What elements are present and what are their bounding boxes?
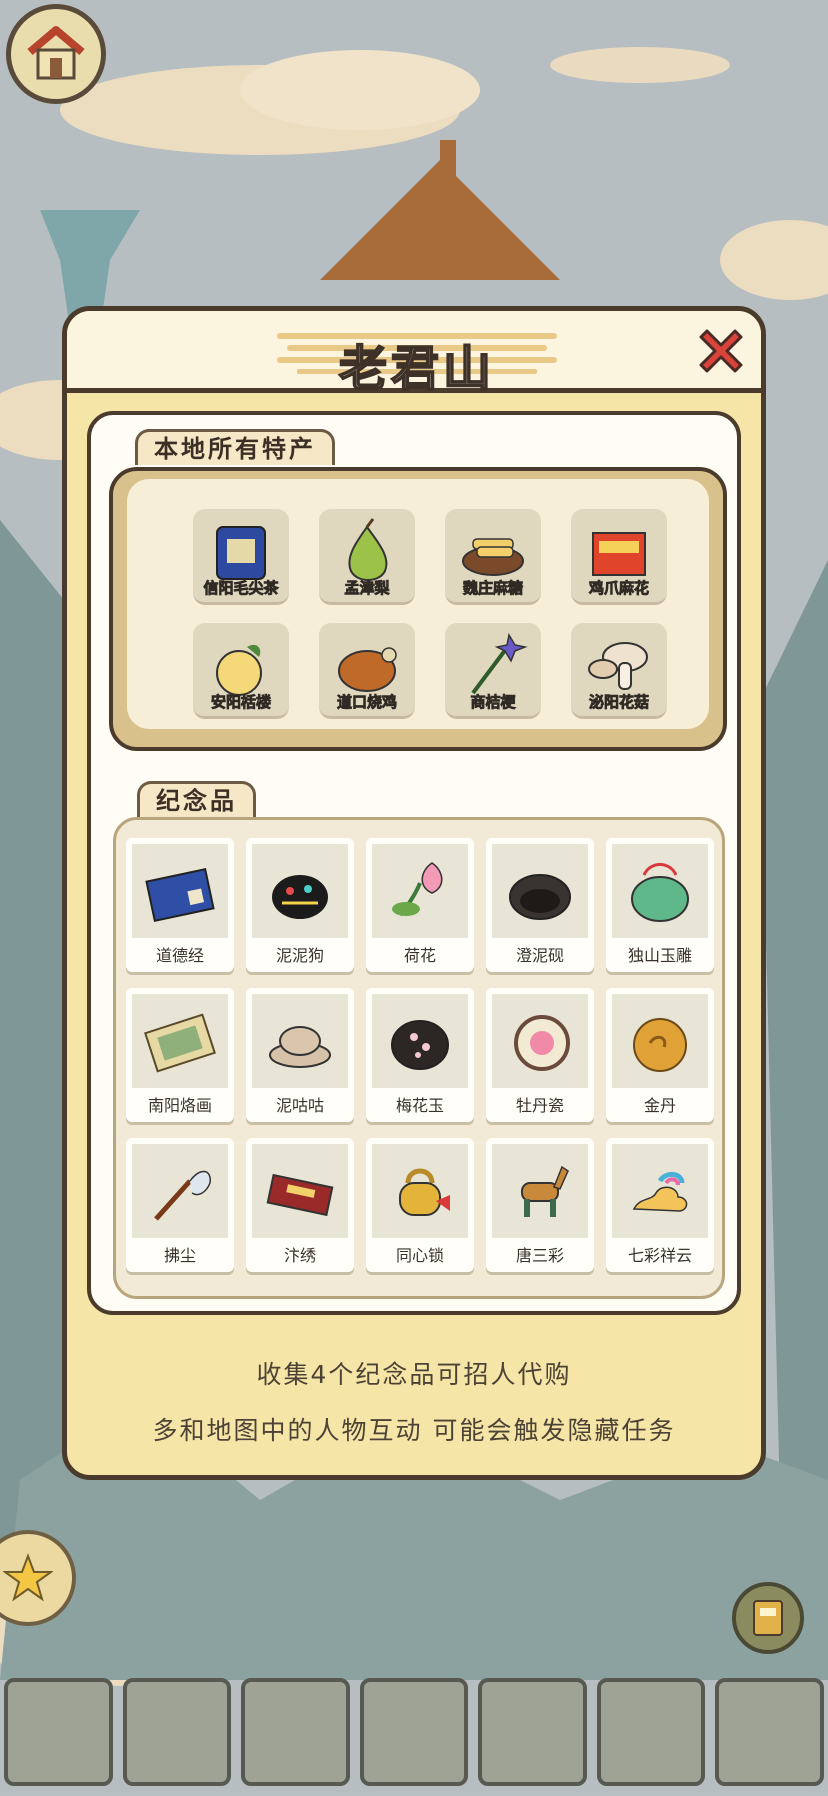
whisk-icon (154, 1170, 211, 1221)
specialty-label: 孟津梨 (344, 579, 390, 598)
specialty-label: 魏庄麻糖 (462, 579, 524, 598)
home-icon (27, 26, 85, 80)
inkstone-icon (509, 874, 571, 920)
souvenir-item[interactable]: 牡丹瓷 (486, 988, 594, 1122)
scroll-painting-icon (144, 1013, 216, 1073)
mushroom-icon (588, 642, 648, 690)
souvenir-item[interactable]: 金丹 (606, 988, 714, 1122)
panel-title: 老君山 (338, 340, 495, 398)
hint-interact: 多和地图中的人物互动 可能会触发隐藏任务 (152, 1416, 676, 1445)
specialty-grid: 信阳毛尖茶 孟津梨 魏庄麻糖 鸡爪麻花安阳栝楼 道口烧鸡 商桔梗 泌阳花菇 (193, 509, 679, 719)
souvenir-item[interactable]: 荷花 (366, 838, 474, 972)
souvenir-item[interactable]: 汴绣 (246, 1138, 354, 1272)
specialty-label: 安阳栝楼 (210, 693, 272, 712)
specialty-item[interactable]: 魏庄麻糖 (445, 509, 541, 605)
souvenir-label: 独山玉雕 (627, 946, 692, 965)
specialty-label: 道口烧鸡 (336, 693, 398, 712)
book-icon (145, 868, 215, 922)
specialty-tab: 本地所有特产 (135, 429, 335, 465)
souvenir-label: 梅花玉 (395, 1096, 444, 1115)
souvenir-label: 同心锁 (395, 1246, 444, 1265)
specialty-item[interactable]: 鸡爪麻花 (571, 509, 667, 605)
specialty-label: 商桔梗 (470, 693, 516, 712)
golden-pill-icon (633, 1018, 687, 1072)
roast-chicken-icon (338, 647, 397, 692)
tang-horse-icon (521, 1165, 569, 1217)
inventory-slot[interactable] (4, 1678, 113, 1786)
souvenir-label: 七彩祥云 (627, 1246, 692, 1265)
guide-book-button[interactable] (732, 1582, 804, 1654)
specialty-item[interactable]: 商桔梗 (445, 623, 541, 719)
balloon-flower-icon (471, 632, 528, 695)
souvenir-label: 唐三彩 (515, 1246, 564, 1265)
lotus-icon (392, 862, 443, 917)
clay-dog-icon (272, 875, 328, 919)
specialty-item[interactable]: 道口烧鸡 (319, 623, 415, 719)
sugar-sticks-icon (462, 538, 524, 576)
souvenir-item[interactable]: 泥咕咕 (246, 988, 354, 1122)
souvenir-tab: 纪念品 (137, 781, 256, 817)
inventory-bar (0, 1678, 828, 1792)
book-icon (753, 1600, 783, 1636)
specialty-item[interactable]: 安阳栝楼 (193, 623, 289, 719)
souvenir-item[interactable]: 拂尘 (126, 1138, 234, 1272)
souvenir-label: 泥咕咕 (275, 1096, 324, 1115)
souvenir-item[interactable]: 澄泥砚 (486, 838, 594, 972)
souvenir-grid: 道德经 泥泥狗 荷花 澄泥砚 独山玉雕南阳烙画 泥咕咕 梅花玉 牡丹瓷 金丹拂尘 汴绣 同心锁 唐三彩… (126, 838, 714, 1272)
souvenir-label: 汴绣 (283, 1246, 316, 1265)
inventory-slot[interactable] (122, 1678, 232, 1786)
specialty-item[interactable]: 信阳毛尖茶 (193, 509, 289, 605)
tea-pack-icon (216, 526, 266, 580)
specialty-item[interactable]: 孟津梨 (319, 509, 415, 605)
pear-icon (348, 518, 388, 581)
inventory-slot[interactable] (241, 1678, 350, 1786)
specialty-label: 泌阳花菇 (588, 693, 650, 712)
souvenir-item[interactable]: 泥泥狗 (246, 838, 354, 972)
embroidery-box-icon (266, 1173, 334, 1217)
souvenir-item[interactable]: 独山玉雕 (606, 838, 714, 972)
plum-jade-icon (391, 1020, 449, 1070)
souvenir-item[interactable]: 唐三彩 (486, 1138, 594, 1272)
souvenir-label: 荷花 (403, 946, 436, 965)
specialty-label: 信阳毛尖茶 (203, 579, 279, 598)
peony-porcelain-icon (514, 1015, 570, 1071)
souvenir-section: 道德经 泥泥狗 荷花 澄泥砚 独山玉雕南阳烙画 泥咕咕 梅花玉 牡丹瓷 金丹拂尘 汴绣 同心锁 唐三彩… (113, 817, 725, 1299)
inventory-slot[interactable] (478, 1678, 587, 1786)
souvenir-item[interactable]: 梅花玉 (366, 988, 474, 1122)
home-button[interactable] (6, 4, 106, 104)
snack-box-icon (592, 532, 646, 576)
souvenir-label: 澄泥砚 (515, 946, 564, 965)
clay-whistle-icon (269, 1026, 331, 1068)
souvenir-item[interactable]: 道德经 (126, 838, 234, 972)
souvenir-label: 拂尘 (163, 1246, 196, 1265)
souvenir-label: 道德经 (155, 946, 204, 965)
panel-content: 本地所有特产 信阳毛尖茶 孟津梨 魏庄麻糖 鸡爪麻花安阳栝楼 道口烧鸡 商桔梗 泌阳花菇 纪… (87, 411, 741, 1315)
inventory-slot[interactable] (359, 1678, 469, 1786)
specialty-item[interactable]: 泌阳花菇 (571, 623, 667, 719)
panel-header: 老君山 (67, 311, 761, 398)
souvenir-label: 金丹 (643, 1096, 676, 1115)
souvenir-item[interactable]: 七彩祥云 (606, 1138, 714, 1272)
inventory-slot[interactable] (596, 1678, 706, 1786)
star-icon (3, 1553, 53, 1602)
lock-icon (399, 1168, 450, 1216)
souvenir-item[interactable]: 南阳烙画 (126, 988, 234, 1122)
melon-icon (216, 644, 262, 696)
souvenir-label: 牡丹瓷 (515, 1096, 564, 1115)
jade-carving-icon (631, 863, 689, 922)
rainbow-cloud-icon (632, 1172, 688, 1212)
souvenir-label: 南阳烙画 (147, 1096, 212, 1115)
hint-collect: 收集4个纪念品可招人代购 (256, 1360, 572, 1389)
location-panel: 老君山 本地所有特产 信阳毛尖茶 孟津梨 魏庄麻糖 鸡爪麻花安阳栝楼 道口烧鸡 商桔梗 泌阳… (62, 306, 766, 1480)
souvenir-item[interactable]: 同心锁 (366, 1138, 474, 1272)
close-button[interactable] (691, 321, 751, 381)
specialty-section: 信阳毛尖茶 孟津梨 魏庄麻糖 鸡爪麻花安阳栝楼 道口烧鸡 商桔梗 泌阳花菇 (109, 467, 727, 751)
close-icon (699, 329, 743, 373)
specialty-label: 鸡爪麻花 (588, 579, 650, 598)
inventory-slot[interactable] (715, 1678, 825, 1786)
souvenir-label: 泥泥狗 (275, 946, 324, 965)
